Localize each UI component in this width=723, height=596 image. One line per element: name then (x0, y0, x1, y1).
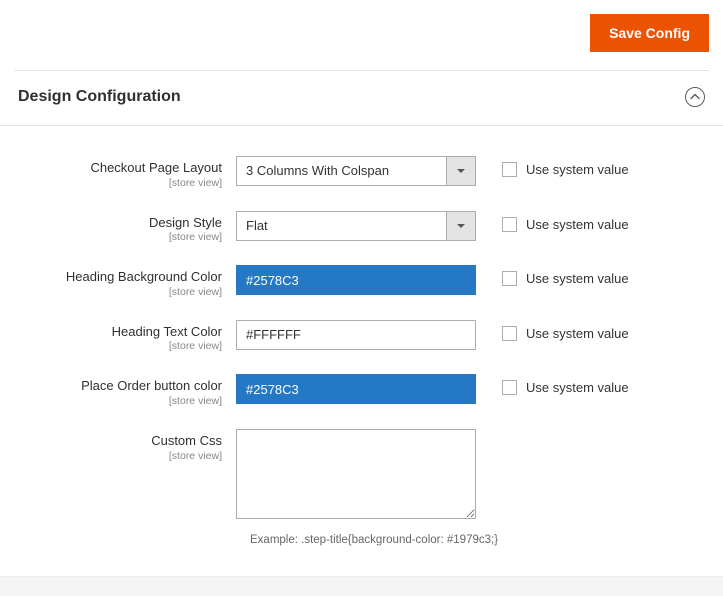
style-label: Design Style (18, 215, 222, 231)
caret-down-icon[interactable] (446, 156, 476, 186)
layout-select[interactable]: 3 Columns With Colspan (236, 156, 476, 186)
section-header[interactable]: Design Configuration (0, 71, 723, 126)
place-order-system-checkbox[interactable] (502, 380, 517, 395)
scope-label: [store view] (18, 340, 222, 352)
custom-css-textarea[interactable] (236, 429, 476, 519)
place-order-label: Place Order button color (18, 378, 222, 394)
caret-down-icon[interactable] (446, 211, 476, 241)
heading-bg-input[interactable] (236, 265, 476, 295)
checkbox-label: Use system value (526, 217, 629, 232)
checkbox-label: Use system value (526, 271, 629, 286)
scope-label: [store view] (18, 395, 222, 407)
heading-bg-system-checkbox[interactable] (502, 271, 517, 286)
place-order-input[interactable] (236, 374, 476, 404)
checkbox-label: Use system value (526, 380, 629, 395)
custom-css-label: Custom Css (18, 433, 222, 449)
collapse-toggle[interactable] (685, 87, 705, 107)
style-select-value[interactable]: Flat (236, 211, 446, 241)
checkbox-label: Use system value (526, 162, 629, 177)
heading-text-system-checkbox[interactable] (502, 326, 517, 341)
heading-text-label: Heading Text Color (18, 324, 222, 340)
layout-system-checkbox[interactable] (502, 162, 517, 177)
scope-label: [store view] (18, 450, 222, 462)
section-title: Design Configuration (18, 88, 181, 106)
chevron-up-icon (690, 92, 700, 102)
layout-label: Checkout Page Layout (18, 160, 222, 176)
scope-label: [store view] (18, 286, 222, 298)
checkbox-label: Use system value (526, 326, 629, 341)
layout-select-value[interactable]: 3 Columns With Colspan (236, 156, 446, 186)
scope-label: [store view] (18, 177, 222, 189)
heading-bg-label: Heading Background Color (18, 269, 222, 285)
example-hint: Example: .step-title{background-color: #… (250, 534, 498, 546)
style-system-checkbox[interactable] (502, 217, 517, 232)
style-select[interactable]: Flat (236, 211, 476, 241)
save-config-button[interactable]: Save Config (590, 14, 709, 52)
scope-label: [store view] (18, 231, 222, 243)
heading-text-input[interactable] (236, 320, 476, 350)
